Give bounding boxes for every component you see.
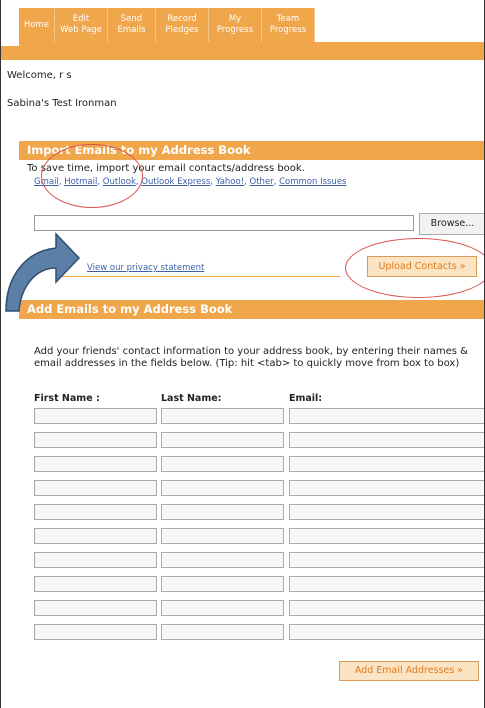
curved-arrow-icon xyxy=(5,232,81,312)
welcome-text: Welcome, r s xyxy=(7,70,72,81)
tab-send-emails-label: Send Emails xyxy=(117,14,146,35)
email-input[interactable] xyxy=(289,576,484,592)
first-name-input[interactable] xyxy=(34,624,157,640)
email-input[interactable] xyxy=(289,480,484,496)
tab-team-progress[interactable]: Team Progress xyxy=(262,8,315,42)
email-header: Email: xyxy=(289,393,323,404)
sub-nav-bar xyxy=(1,46,484,60)
link-common-issues[interactable]: Common Issues xyxy=(279,177,346,187)
first-name-input[interactable] xyxy=(34,408,157,424)
browse-button[interactable]: Browse... xyxy=(419,213,484,235)
last-name-input[interactable] xyxy=(161,600,284,616)
add-instructions: Add your friends' contact information to… xyxy=(34,346,468,369)
add-section-header: Add Emails to my Address Book xyxy=(19,300,484,319)
first-name-input[interactable] xyxy=(34,552,157,568)
tab-edit-web-page[interactable]: Edit Web Page xyxy=(55,8,108,42)
tab-my-progress-label: My Progress xyxy=(216,14,254,35)
first-name-input[interactable] xyxy=(34,480,157,496)
last-name-input[interactable] xyxy=(161,552,284,568)
link-other[interactable]: Other xyxy=(250,177,274,187)
last-name-input[interactable] xyxy=(161,528,284,544)
email-input[interactable] xyxy=(289,552,484,568)
tab-team-progress-label: Team Progress xyxy=(269,14,307,35)
last-name-input[interactable] xyxy=(161,624,284,640)
add-email-addresses-button[interactable]: Add Email Addresses » xyxy=(339,661,479,681)
first-name-input[interactable] xyxy=(34,456,157,472)
last-name-input[interactable] xyxy=(161,576,284,592)
annotation-ellipse-upload xyxy=(345,238,484,298)
tab-record-pledges-label: Record Pledges xyxy=(165,14,199,35)
link-yahoo[interactable]: Yahoo! xyxy=(216,177,244,187)
tab-edit-web-page-label: Edit Web Page xyxy=(60,14,102,35)
tab-send-emails[interactable]: Send Emails xyxy=(108,8,156,42)
privacy-divider xyxy=(61,276,340,277)
first-name-input[interactable] xyxy=(34,576,157,592)
privacy-link[interactable]: View our privacy statement xyxy=(87,263,204,273)
first-name-input[interactable] xyxy=(34,504,157,520)
last-name-input[interactable] xyxy=(161,480,284,496)
tab-my-progress[interactable]: My Progress xyxy=(209,8,262,42)
last-name-input[interactable] xyxy=(161,456,284,472)
email-input[interactable] xyxy=(289,504,484,520)
email-input[interactable] xyxy=(289,624,484,640)
email-input[interactable] xyxy=(289,528,484,544)
email-input[interactable] xyxy=(289,456,484,472)
tab-home[interactable]: Home xyxy=(19,8,55,42)
page-frame: Home Edit Web Page Send Emails Record Pl… xyxy=(0,0,485,708)
arrow-shape xyxy=(5,232,81,312)
email-input[interactable] xyxy=(289,408,484,424)
annotation-ellipse-import xyxy=(41,144,143,208)
first-name-header: First Name : xyxy=(34,393,100,404)
first-name-input[interactable] xyxy=(34,432,157,448)
last-name-input[interactable] xyxy=(161,408,284,424)
first-name-input[interactable] xyxy=(34,600,157,616)
tab-record-pledges[interactable]: Record Pledges xyxy=(156,8,209,42)
email-input[interactable] xyxy=(289,600,484,616)
last-name-input[interactable] xyxy=(161,432,284,448)
event-name: Sabina's Test Ironman xyxy=(7,98,117,109)
last-name-header: Last Name: xyxy=(161,393,222,404)
link-outlook-express[interactable]: Outlook Express xyxy=(141,177,210,187)
last-name-input[interactable] xyxy=(161,504,284,520)
top-nav: Home Edit Web Page Send Emails Record Pl… xyxy=(19,8,315,42)
file-path-input[interactable] xyxy=(34,215,414,231)
tab-home-label: Home xyxy=(23,19,50,30)
first-name-input[interactable] xyxy=(34,528,157,544)
email-input[interactable] xyxy=(289,432,484,448)
